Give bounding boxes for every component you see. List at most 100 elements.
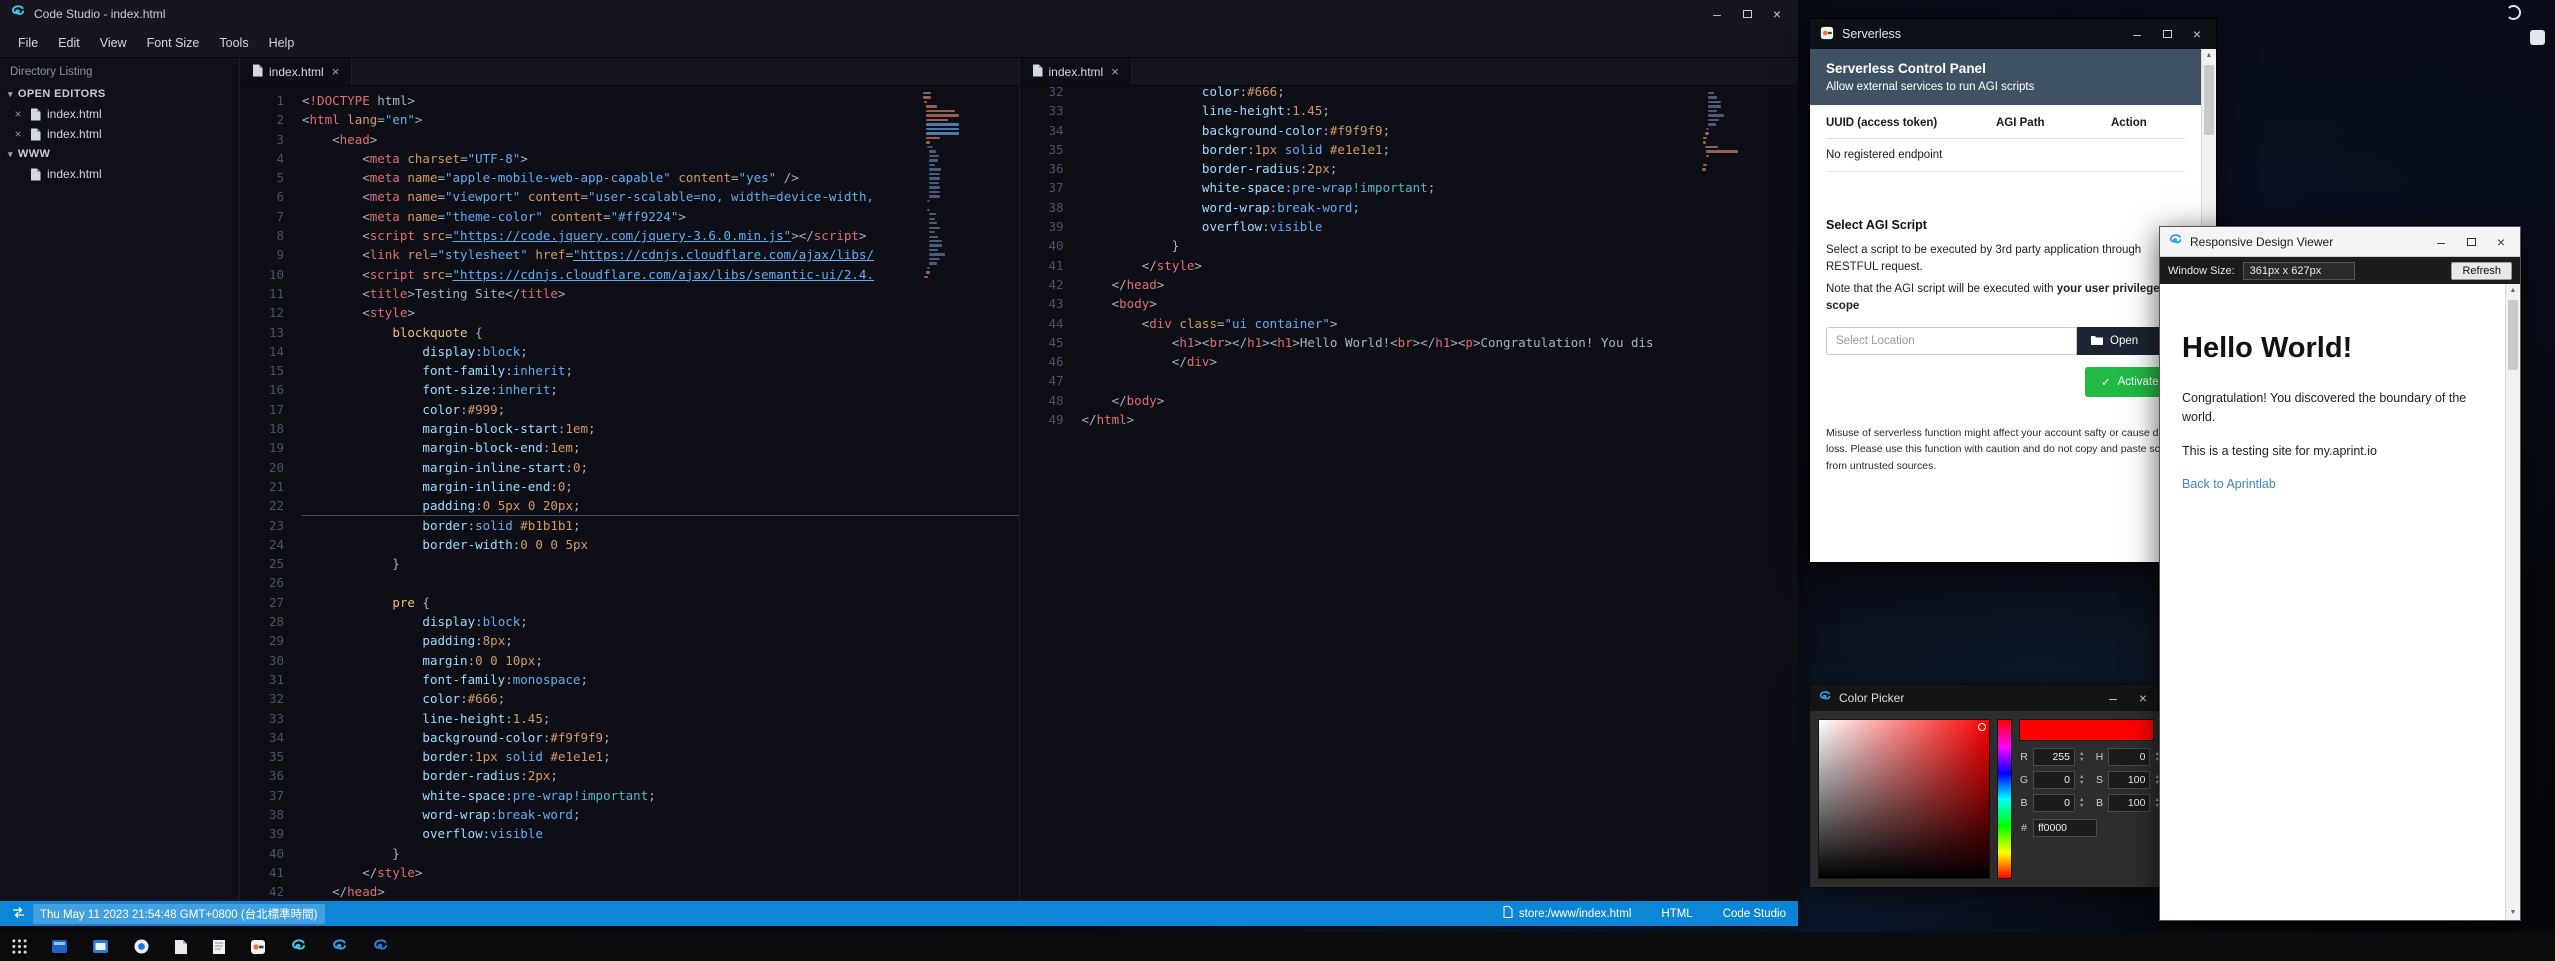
restore-button[interactable] [1732,2,1762,26]
close-icon[interactable]: × [12,108,24,120]
app-launcher-icon[interactable] [12,939,27,954]
scroll-down-icon[interactable]: ▼ [2506,906,2520,920]
sidebar-section-open-editors[interactable]: ▾OPEN EDITORS [0,84,239,104]
sync-icon[interactable] [12,906,25,922]
sidebar-item-label: index.html [47,107,102,121]
file-manager-app-icon[interactable] [92,938,109,955]
color-field-h[interactable]: H0▲▼ [2094,748,2159,766]
code-studio-window: Code Studio - index.html – × FileEditVie… [0,0,1798,926]
code-editor[interactable]: 323334353637383940414243444546474849 col… [1020,86,1799,901]
status-file[interactable]: store:/www/index.html [1503,906,1631,921]
menu-help[interactable]: Help [259,31,305,55]
code-studio-title-bar[interactable]: Code Studio - index.html – × [0,0,1798,28]
terminal-app-icon[interactable] [51,938,68,955]
code-studio-app-icon-2[interactable] [331,938,348,955]
window-size-input[interactable] [2243,262,2355,280]
color-field-g[interactable]: G0 ▲▼ [2019,771,2084,789]
color-cursor-icon[interactable] [1978,723,1986,731]
minimize-button[interactable]: – [2098,686,2128,710]
stepper-icon[interactable]: ▲▼ [2079,798,2084,809]
saturation-value-area[interactable] [1818,719,1990,879]
browser-app-icon[interactable] [133,938,150,955]
menu-view[interactable]: View [90,31,137,55]
open-button-label: Open [2110,335,2138,347]
minimap[interactable] [923,92,963,280]
minimize-button[interactable]: – [2122,22,2152,46]
tray-widget-icon[interactable] [2530,30,2545,45]
status-datetime[interactable]: Thu May 11 2023 21:54:48 GMT+0800 (台北標準時… [33,904,325,924]
menu-tools[interactable]: Tools [209,31,258,55]
field-value[interactable]: 255 [2033,748,2075,766]
tab-label: index.html [269,65,324,79]
scrollbar-thumb[interactable] [2204,65,2214,135]
close-icon[interactable]: × [12,128,24,140]
maximize-button[interactable] [2456,230,2486,254]
text-editor-app-icon[interactable] [212,939,226,955]
color-picker-icon [1818,690,1832,707]
field-label: H [2094,751,2104,763]
loading-spinner-icon[interactable] [2506,5,2521,20]
minimize-button[interactable]: – [2426,230,2456,254]
back-to-aprintlab-link[interactable]: Back to Aprintlab [2182,477,2276,491]
status-language[interactable]: HTML [1661,908,1692,920]
menu-font-size[interactable]: Font Size [137,31,210,55]
serverless-title-bar[interactable]: Serverless – × [1810,19,2216,49]
status-app-name[interactable]: Code Studio [1723,908,1786,920]
code-content[interactable]: <!DOCTYPE html><html lang="en"> <head> <… [300,91,1019,901]
refresh-button[interactable]: Refresh [2451,262,2512,280]
code-studio-app-icon-3[interactable] [372,938,389,955]
color-field-b[interactable]: B0▲▼ [2019,794,2084,812]
hex-field[interactable]: # ff0000 [2019,819,2154,837]
tab-index-html[interactable]: index.html × [240,58,352,85]
field-label: G [2019,774,2029,786]
color-field-s[interactable]: S100▲▼ [2094,771,2159,789]
scrollbar-thumb[interactable] [2508,300,2518,370]
close-button[interactable]: × [2128,686,2158,710]
table-empty-row: No registered endpoint [1826,139,2185,172]
hex-input[interactable]: ff0000 [2033,819,2097,837]
rdv-title-bar[interactable]: Responsive Design Viewer – × [2160,227,2520,257]
hue-slider[interactable] [1997,719,2012,879]
sidebar-item-index.html[interactable]: × index.html [0,104,239,124]
field-value[interactable]: 0 [2033,771,2075,789]
close-button[interactable]: × [2486,230,2516,254]
field-value[interactable]: 100 [2108,794,2150,812]
minimap[interactable] [1702,92,1742,173]
code-studio-app-icon[interactable] [290,938,307,955]
menu-edit[interactable]: Edit [48,31,90,55]
color-field-b[interactable]: B100▲▼ [2094,794,2159,812]
tab-close-icon[interactable]: × [332,64,340,79]
window-title: Serverless [1842,27,1901,41]
activate-button-label: Activate [2118,376,2159,388]
maximize-button[interactable] [2152,22,2182,46]
scroll-up-icon[interactable]: ▲ [2202,49,2216,63]
menu-file[interactable]: File [8,31,48,55]
code-content[interactable]: color:#666; line-height:1.45; background… [1080,86,1799,901]
color-picker-title-bar[interactable]: Color Picker – × [1810,685,2162,711]
code-editor[interactable]: 1234567891011121314151617181920212223242… [240,86,1019,901]
files-app-icon[interactable] [174,939,188,955]
close-button[interactable]: × [1762,2,1792,26]
field-value[interactable]: 0 [2033,794,2075,812]
tab-index-html[interactable]: index.html × [1020,58,1132,85]
sidebar-section-www[interactable]: ▾WWW [0,144,239,164]
color-field-r[interactable]: R 255 ▲▼ [2019,748,2084,766]
panel-subtitle: Allow external services to run AGI scrip… [1826,81,2185,93]
scrollbar[interactable]: ▲ ▼ [2505,284,2520,920]
sidebar-item-index.html[interactable]: ×index.html [0,124,239,144]
field-value[interactable]: 0 [2108,748,2150,766]
script-location-input[interactable] [1826,327,2077,355]
stepper-icon[interactable]: ▲▼ [2079,775,2084,786]
field-label: R [2019,751,2029,763]
section-note: Note that the AGI script will be execute… [1826,281,2185,316]
window-title: Responsive Design Viewer [2190,235,2333,249]
stepper-icon[interactable]: ▲▼ [2079,752,2084,763]
close-button[interactable]: × [2182,22,2212,46]
scroll-up-icon[interactable]: ▲ [2506,284,2520,298]
field-value[interactable]: 100 [2108,771,2150,789]
chevron-down-icon: ▾ [8,149,13,160]
serverless-app-icon[interactable] [250,939,266,955]
minimize-button[interactable]: – [1702,2,1732,26]
sidebar-item-index.html[interactable]: index.html [0,164,239,184]
tab-close-icon[interactable]: × [1111,64,1119,79]
